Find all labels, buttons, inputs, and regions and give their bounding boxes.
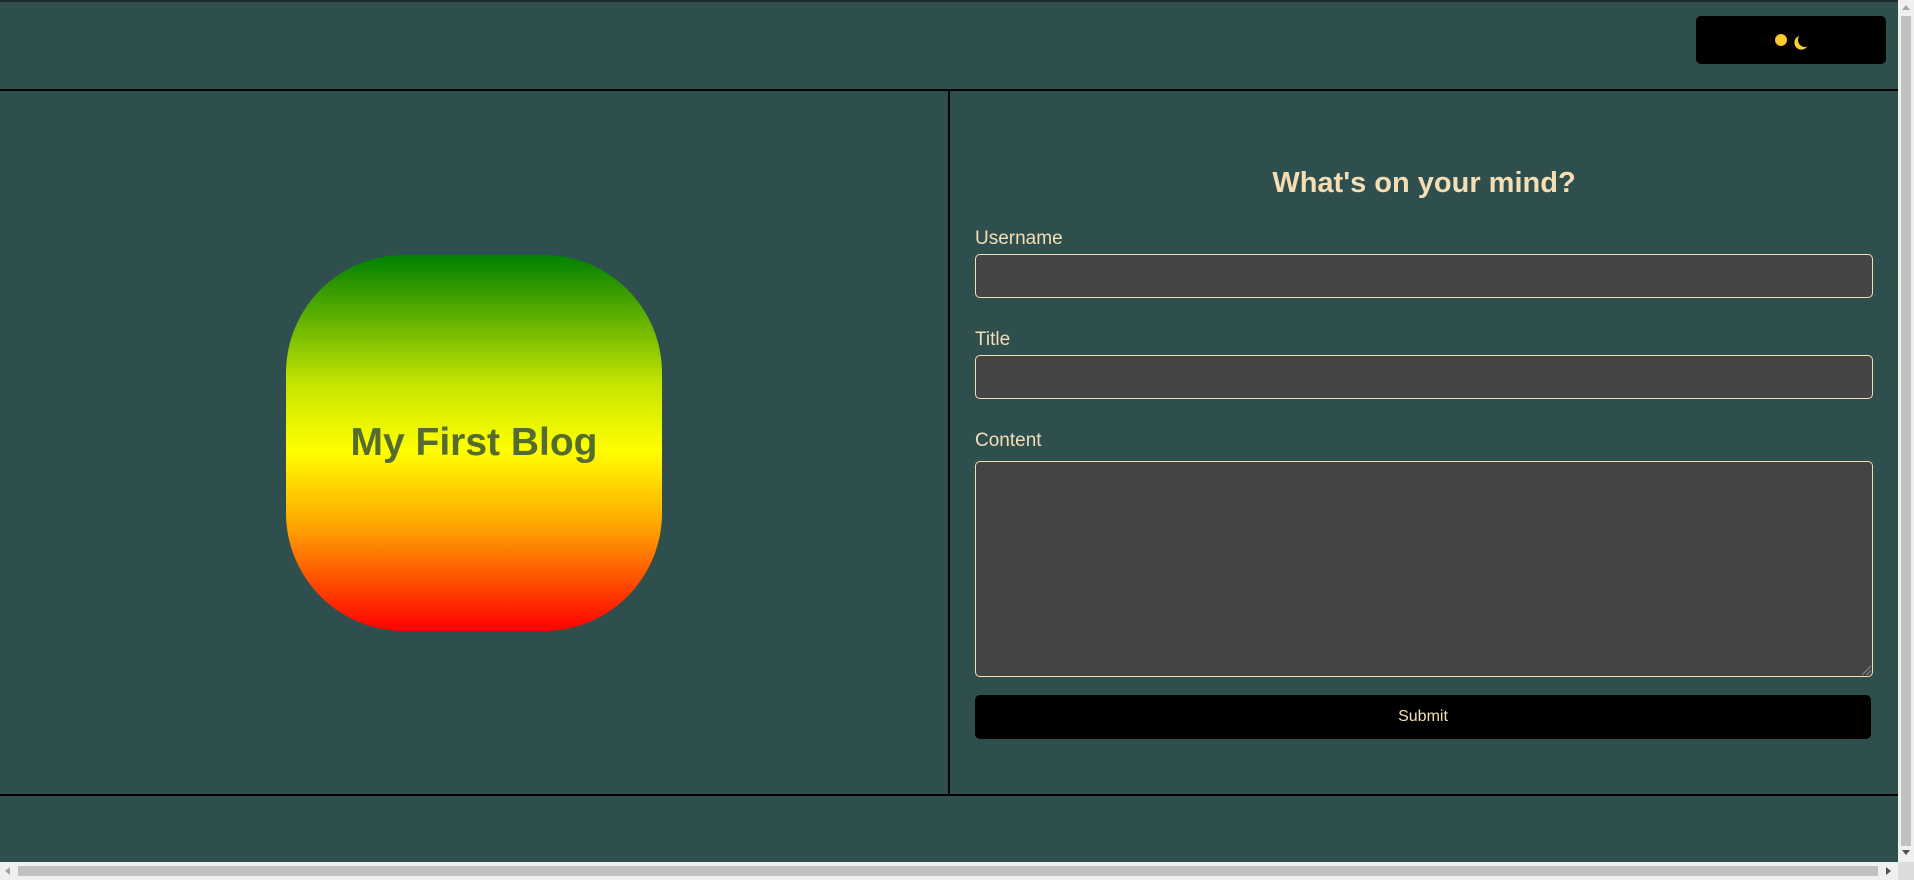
main-content: My First Blog What's on your mind? Usern… bbox=[0, 91, 1898, 794]
blog-title: My First Blog bbox=[350, 421, 598, 464]
footer bbox=[0, 794, 1898, 863]
title-label: Title bbox=[975, 329, 1011, 350]
content-textarea[interactable] bbox=[975, 461, 1873, 677]
blog-logo: My First Blog bbox=[286, 255, 662, 631]
vertical-scrollbar[interactable] bbox=[1898, 0, 1914, 862]
title-input[interactable] bbox=[975, 355, 1873, 399]
resize-grip-icon[interactable] bbox=[1862, 666, 1871, 675]
horizontal-scrollbar-thumb[interactable] bbox=[18, 866, 1878, 876]
scrollbar-corner bbox=[1898, 862, 1914, 880]
theme-toggle-button[interactable] bbox=[1696, 16, 1886, 64]
moon-icon bbox=[1797, 32, 1813, 48]
horizontal-scrollbar[interactable] bbox=[0, 862, 1898, 880]
header bbox=[0, 2, 1898, 91]
scroll-right-arrow-icon[interactable] bbox=[1886, 867, 1891, 875]
content-label: Content bbox=[975, 430, 1042, 451]
scroll-left-arrow-icon[interactable] bbox=[5, 867, 10, 875]
username-input[interactable] bbox=[975, 254, 1873, 298]
scroll-down-arrow-icon[interactable] bbox=[1902, 850, 1910, 855]
post-form-panel: What's on your mind? Username Title Cont… bbox=[950, 91, 1898, 794]
scroll-up-arrow-icon[interactable] bbox=[1902, 5, 1910, 10]
page: My First Blog What's on your mind? Usern… bbox=[0, 0, 1914, 880]
form-heading: What's on your mind? bbox=[1272, 167, 1576, 199]
username-label: Username bbox=[975, 228, 1063, 249]
vertical-scrollbar-thumb[interactable] bbox=[1901, 16, 1911, 846]
hero-panel: My First Blog bbox=[0, 91, 950, 794]
sun-icon bbox=[1774, 33, 1788, 47]
submit-button[interactable]: Submit bbox=[975, 695, 1871, 739]
